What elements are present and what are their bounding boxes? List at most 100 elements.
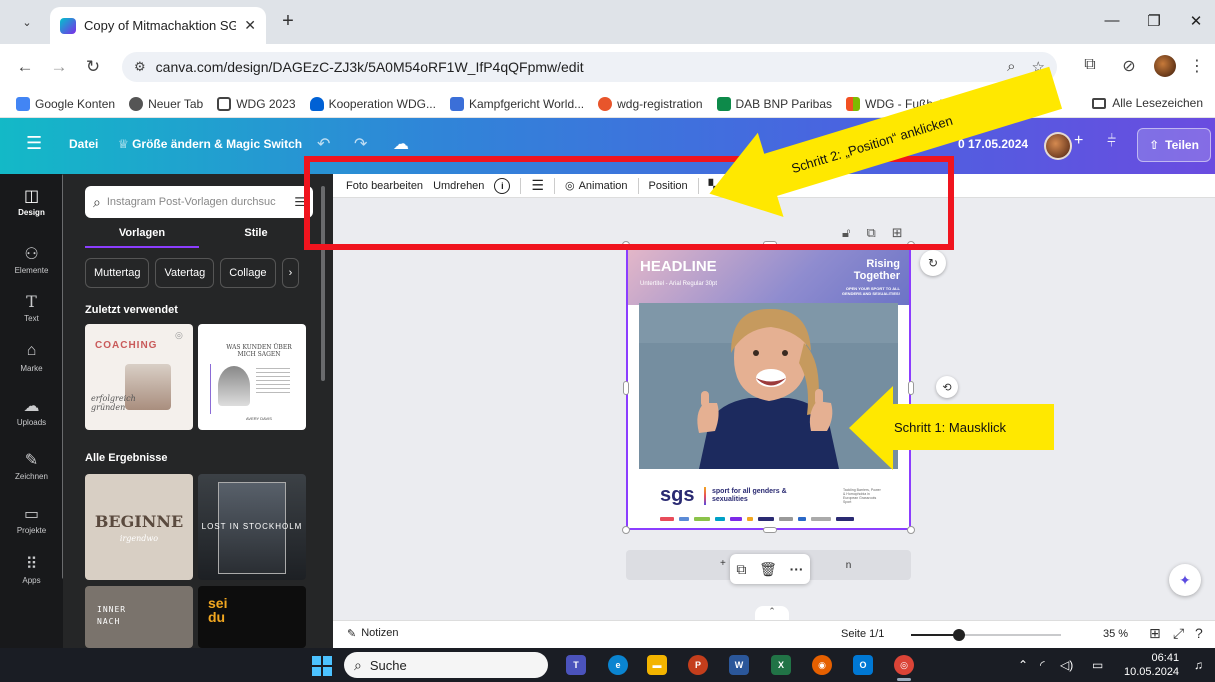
more-icon[interactable]: ···	[790, 561, 804, 577]
zoom-level[interactable]: 35 %	[1103, 628, 1128, 640]
excel-icon[interactable]: X	[771, 655, 791, 675]
resize-handle-bottom[interactable]	[763, 527, 777, 533]
active-app-indicator	[897, 678, 911, 681]
rail-item-text[interactable]: T Text	[0, 292, 63, 323]
notification-bell-icon[interactable]: ♫	[1194, 658, 1203, 672]
taskbar-clock[interactable]: 06:41 10.05.2024	[1124, 651, 1179, 679]
rail-item-draw[interactable]: ✎ Zeichnen	[0, 450, 63, 481]
trash-icon[interactable]: 🗑︎	[759, 561, 777, 578]
undo-icon[interactable]: ↶	[317, 134, 330, 154]
bookmark-item[interactable]: WDG 2023	[217, 96, 296, 111]
resize-handle-side[interactable]	[908, 381, 914, 395]
taskbar-search[interactable]: ⌕ Suche	[344, 652, 548, 678]
template-thumb-testimonials[interactable]: WAS KUNDEN ÜBER MICH SAGEN AVERY DAVIS	[198, 324, 306, 430]
template-search-input[interactable]: ⌕ Instagram Post-Vorlagen durchsuc ☰	[85, 186, 313, 218]
browser-menu-icon[interactable]: ⋮	[1186, 56, 1208, 76]
user-avatar[interactable]	[1044, 132, 1072, 160]
duplicate-icon[interactable]: ⧉	[736, 561, 746, 578]
rail-item-design[interactable]: ◫ Design	[0, 186, 63, 217]
chips-next-chevron-icon[interactable]: ›	[281, 258, 300, 288]
profile-avatar[interactable]	[1154, 55, 1176, 77]
chip-mothers-day[interactable]: Muttertag	[85, 258, 150, 288]
volume-icon[interactable]: ◁)	[1060, 658, 1073, 672]
chrome-labs-icon[interactable]: ⊘	[1118, 56, 1140, 76]
bookmark-item[interactable]: Kampfgericht World...	[449, 96, 584, 111]
template-thumb-stockholm[interactable]: LOST IN STOCKHOLM	[198, 474, 306, 580]
bookmark-item[interactable]: Google Konten	[16, 96, 115, 111]
windows-start-icon[interactable]	[312, 656, 332, 676]
firefox-icon[interactable]: ◉	[812, 655, 832, 675]
battery-icon[interactable]: ▭	[1092, 658, 1103, 672]
rail-label: Projekte	[16, 526, 47, 535]
rail-label: Elemente	[14, 266, 49, 275]
thumb-text: INNER NACH	[97, 605, 127, 626]
insights-chart-icon[interactable]: ⫩	[1107, 133, 1116, 151]
tab-close-icon[interactable]: ✕	[244, 17, 256, 34]
share-button[interactable]: ⇧ Teilen	[1137, 128, 1211, 162]
file-menu[interactable]: Datei	[69, 137, 98, 151]
thumb-script: irgendwo	[119, 534, 159, 543]
show-pages-chevron-icon[interactable]: ⌃	[755, 606, 789, 620]
resize-magic-switch-button[interactable]: ♕ Größe ändern & Magic Switch	[118, 137, 302, 151]
tab-search-button[interactable]: ⌄	[14, 10, 40, 34]
rail-item-elements[interactable]: ⚇ Elemente	[0, 244, 63, 275]
cloud-saved-icon[interactable]: ☁	[393, 134, 409, 154]
all-bookmarks[interactable]: Alle Lesezeichen	[1092, 96, 1203, 110]
invite-plus-icon[interactable]: +	[1074, 132, 1083, 150]
rail-item-brand[interactable]: ⌂ Marke	[0, 342, 63, 373]
file-explorer-icon[interactable]: ▬	[647, 655, 667, 675]
minimize-icon[interactable]: —	[1100, 12, 1124, 29]
magic-assistant-icon[interactable]: ✦	[1169, 564, 1201, 596]
redo-icon[interactable]: ↷	[354, 134, 367, 154]
rotate-icon[interactable]: ⟲	[936, 376, 958, 398]
help-icon[interactable]: ?	[1195, 625, 1203, 641]
forward-arrow-icon[interactable]: →	[48, 56, 70, 78]
window-close-icon[interactable]: ✕	[1184, 12, 1208, 30]
wifi-icon[interactable]: ◜	[1040, 658, 1045, 672]
zoom-slider[interactable]	[911, 629, 1061, 641]
rail-item-uploads[interactable]: ☁ Uploads	[0, 396, 63, 427]
tab-templates[interactable]: Vorlagen	[85, 222, 199, 248]
resize-handle-side[interactable]	[623, 381, 629, 395]
portrait-image	[125, 364, 171, 410]
bookmark-label: Kooperation WDG...	[328, 96, 436, 111]
google-icon	[16, 96, 30, 111]
restore-icon[interactable]: ❐	[1142, 12, 1166, 30]
template-thumb-beginne[interactable]: BEGINNE irgendwo	[85, 474, 193, 580]
resize-label: Größe ändern & Magic Switch	[132, 137, 303, 151]
reload-icon[interactable]: ↻	[82, 56, 104, 78]
powerpoint-icon[interactable]: P	[688, 655, 708, 675]
fullscreen-icon[interactable]: ⤢	[1173, 625, 1184, 642]
template-thumb-inner[interactable]: INNER NACH	[85, 586, 193, 648]
refresh-comment-icon[interactable]: ↻	[920, 250, 946, 276]
chip-collage[interactable]: Collage	[220, 258, 276, 288]
template-thumb-seidu[interactable]: sei du	[198, 586, 306, 648]
chrome-icon[interactable]: ◎	[894, 655, 914, 675]
template-thumb-coaching[interactable]: COACHING ◎ erfolgreich gründen	[85, 324, 193, 430]
rail-item-projects[interactable]: ▭ Projekte	[0, 504, 63, 535]
rail-item-apps[interactable]: ⠿ Apps	[0, 554, 63, 585]
tab-styles[interactable]: Stile	[199, 222, 313, 248]
menu-icon[interactable]: ☰	[26, 133, 42, 154]
resize-handle[interactable]	[907, 526, 915, 534]
bookmark-item[interactable]: Neuer Tab	[129, 96, 203, 111]
outlook-icon[interactable]: O	[853, 655, 873, 675]
chip-fathers-day[interactable]: Vatertag	[155, 258, 215, 288]
zoom-slider-knob[interactable]	[953, 629, 965, 641]
grid-view-icon[interactable]: ⊞	[1149, 625, 1161, 642]
thumb-name: AVERY DAVIS	[246, 416, 272, 421]
page-indicator[interactable]: Seite 1/1	[841, 628, 884, 640]
extensions-icon[interactable]: ⧉	[1079, 56, 1101, 74]
new-tab-button[interactable]: +	[276, 10, 300, 34]
notes-button[interactable]: ✎ Notizen	[347, 627, 399, 640]
word-icon[interactable]: W	[729, 655, 749, 675]
browser-tab-active[interactable]: Copy of Mitmachaktion SGS 17 ✕	[50, 7, 266, 44]
tray-chevron-icon[interactable]: ⌃	[1018, 658, 1028, 672]
teams-icon[interactable]: T	[566, 655, 586, 675]
edge-icon[interactable]: e	[608, 655, 628, 675]
site-info-icon[interactable]: ⚙	[134, 59, 146, 75]
search-icon: ⌕	[354, 656, 362, 673]
back-arrow-icon[interactable]: ←	[14, 56, 36, 78]
bookmark-item[interactable]: Kooperation WDG...	[309, 96, 436, 111]
resize-handle[interactable]	[622, 526, 630, 534]
